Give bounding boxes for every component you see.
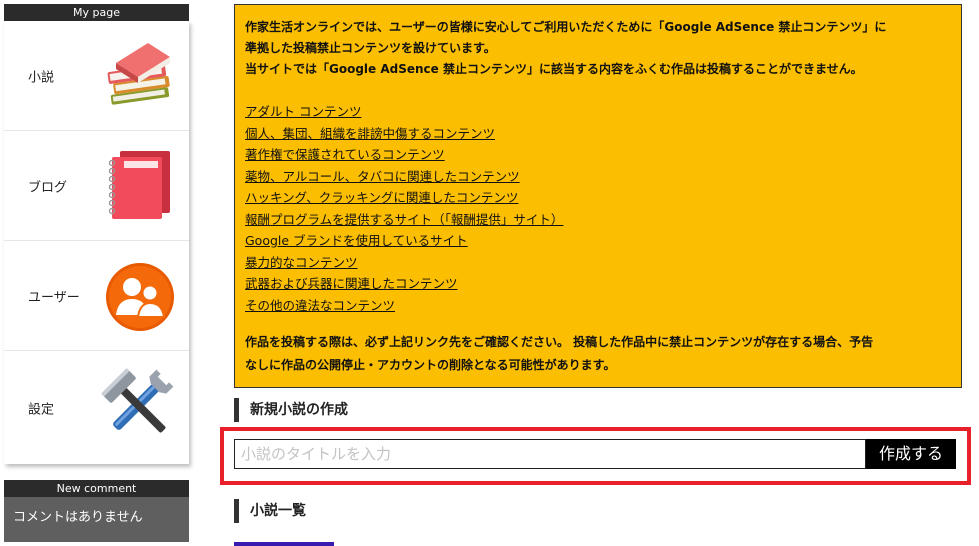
notice-footer: 作品を投稿する際は、必ず上記リンク先をご確認ください。 投稿した作品中に禁止コン…: [245, 335, 874, 372]
prohibited-content-notice: 作家生活オンラインでは、ユーザーの皆様に安心してご利用いただくために「Googl…: [234, 4, 962, 388]
sidebar-item-settings[interactable]: 設定: [4, 351, 189, 464]
comment-empty-text: コメントはありません: [4, 497, 189, 542]
prohibited-link-reward[interactable]: 報酬プログラムを提供するサイト（「報酬提供」サイト）: [245, 209, 951, 231]
novel-thumbnail[interactable]: [234, 542, 334, 546]
mypage-header: My page: [4, 4, 189, 21]
notebooks-icon: [108, 151, 170, 219]
wrench-hammer-icon: [101, 368, 174, 433]
prohibited-link-google-brand[interactable]: Google ブランドを使用しているサイト: [245, 230, 951, 252]
prohibited-link-hacking[interactable]: ハッキング、クラッキングに関連したコンテンツ: [245, 187, 951, 209]
notice-intro: 作家生活オンラインでは、ユーザーの皆様に安心してご利用いただくために「Googl…: [245, 20, 887, 76]
sidebar-item-label: 小説: [28, 70, 55, 85]
prohibited-link-weapons[interactable]: 武器および兵器に関連したコンテンツ: [245, 273, 951, 295]
prohibited-link-illegal[interactable]: その他の違法なコンテンツ: [245, 295, 951, 317]
prohibited-link-violence[interactable]: 暴力的なコンテンツ: [245, 252, 951, 274]
prohibited-link-adult[interactable]: アダルト コンテンツ: [245, 101, 951, 123]
create-section-title: 新規小説の作成: [234, 398, 348, 422]
sidebar-item-label: ユーザー: [28, 290, 80, 305]
books-icon: [107, 43, 170, 105]
new-comment-header: New comment: [4, 480, 189, 497]
sidebar-item-label: 設定: [28, 402, 55, 417]
sidebar-item-blog[interactable]: ブログ: [4, 131, 189, 241]
sidebar-item-user[interactable]: ユーザー: [4, 241, 189, 351]
create-button[interactable]: 作成する: [866, 439, 956, 469]
prohibited-link-copyright[interactable]: 著作権で保護されているコンテンツ: [245, 144, 951, 166]
sidebar-item-label: ブログ: [28, 180, 68, 195]
sidebar-menu: 小説 ブログ ユーザー 設定: [4, 21, 189, 464]
novel-list-title: 小説一覧: [234, 499, 306, 523]
prohibited-link-drugs[interactable]: 薬物、アルコール、タバコに関連したコンテンツ: [245, 166, 951, 188]
users-icon: [106, 263, 174, 331]
novel-title-input[interactable]: [234, 439, 866, 469]
prohibited-link-defamation[interactable]: 個人、集団、組織を誹謗中傷するコンテンツ: [245, 123, 951, 145]
sidebar-item-novel[interactable]: 小説: [4, 21, 189, 131]
